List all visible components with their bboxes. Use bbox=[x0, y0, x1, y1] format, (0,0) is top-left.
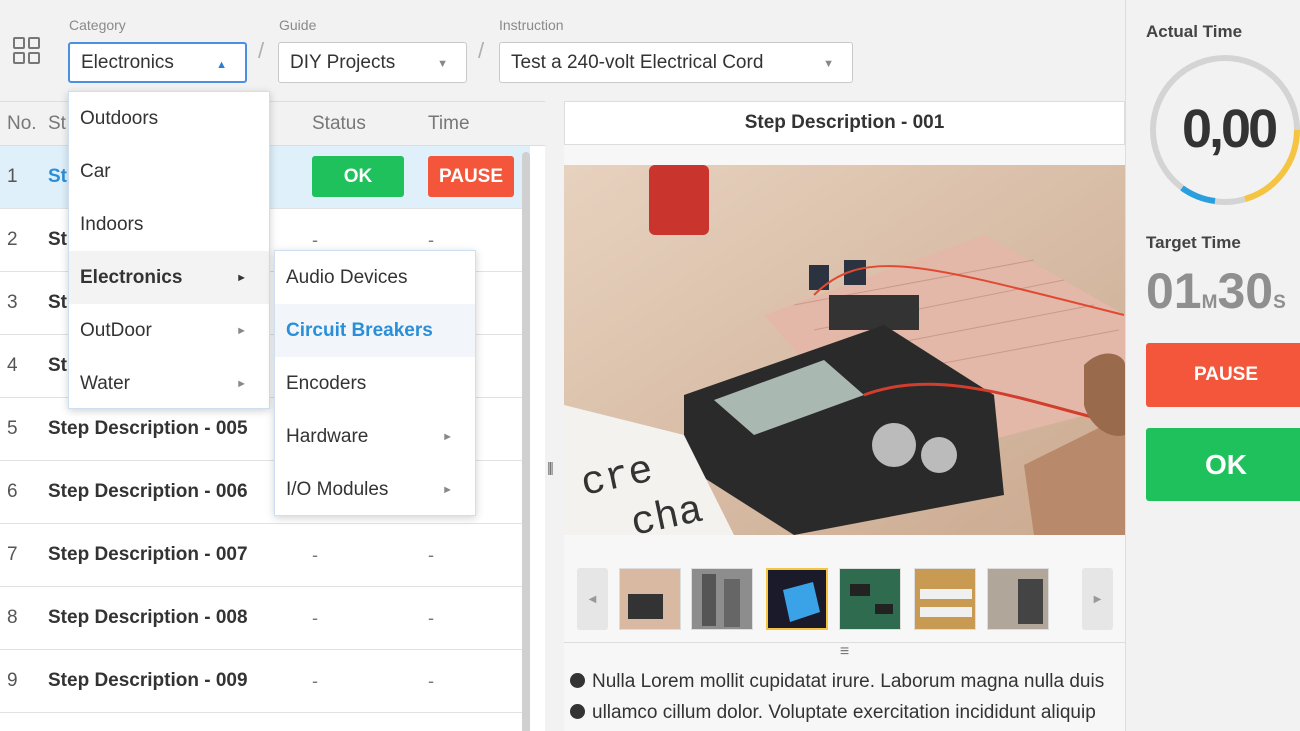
row-number: 3 bbox=[7, 292, 18, 313]
instruction-label: Instruction bbox=[499, 17, 564, 33]
timer-panel: Actual Time 0,00 Target Time 01M30S PAUS… bbox=[1125, 0, 1300, 731]
col-header-time: Time bbox=[428, 113, 470, 134]
category-value: Electronics bbox=[81, 51, 174, 73]
list-item: ullamco cillum dolor. Voluptate exercita… bbox=[570, 702, 1125, 731]
row-time: - bbox=[428, 608, 434, 628]
target-time-value: 01M30S bbox=[1146, 263, 1286, 319]
thumbnail[interactable] bbox=[766, 568, 828, 630]
thumbnail[interactable] bbox=[914, 568, 976, 630]
electronics-submenu: Audio Devices Circuit Breakers Encoders … bbox=[274, 250, 476, 516]
thumbnail-strip: ◀ ▶ bbox=[564, 556, 1125, 641]
row-time: - bbox=[428, 230, 434, 250]
guide-select[interactable]: DIY Projects ▼ bbox=[278, 42, 467, 83]
col-header-status: Status bbox=[312, 113, 366, 134]
submenu-item-encoders[interactable]: Encoders bbox=[275, 357, 475, 410]
thumbnail-next-button[interactable]: ▶ bbox=[1082, 568, 1113, 630]
menu-item-outdoor[interactable]: OutDoor ► bbox=[69, 304, 269, 357]
chevron-down-icon: ▼ bbox=[823, 58, 834, 70]
list-item: Nulla Lorem mollit cupidatat irure. Labo… bbox=[570, 671, 1125, 702]
col-header-no: No. bbox=[7, 113, 37, 134]
category-select[interactable]: Electronics ▲ bbox=[68, 42, 247, 83]
row-description: Step Description - 006 bbox=[48, 481, 248, 502]
actual-time-value: 0,00 bbox=[1182, 99, 1278, 159]
row-description: Step Description - 008 bbox=[48, 607, 248, 628]
guide-value: DIY Projects bbox=[290, 51, 396, 73]
row-pause-button[interactable]: PAUSE bbox=[428, 156, 514, 197]
panel-resize-handle[interactable]: ||| bbox=[545, 101, 564, 731]
instruction-select[interactable]: Test a 240-volt Electrical Cord ▼ bbox=[499, 42, 853, 83]
chevron-up-icon: ▲ bbox=[216, 59, 227, 71]
row-description: Step Description - 005 bbox=[48, 418, 248, 439]
menu-item-car[interactable]: Car bbox=[69, 145, 269, 198]
chevron-right-icon: ► bbox=[442, 483, 453, 496]
bullet-icon bbox=[570, 704, 585, 719]
actual-time-label: Actual Time bbox=[1146, 22, 1243, 41]
thumbnail[interactable] bbox=[839, 568, 901, 630]
breadcrumb-separator: / bbox=[258, 38, 265, 63]
row-number: 7 bbox=[7, 544, 18, 565]
table-row[interactable]: 8 Step Description - 008 - - bbox=[0, 587, 530, 650]
row-description: Step Description - 009 bbox=[48, 670, 248, 691]
step-detail-panel: Step Description - 001 cre cha ◀ ▶ ≡ Nul… bbox=[564, 101, 1125, 731]
row-description: St bbox=[48, 229, 67, 250]
row-status: - bbox=[312, 671, 318, 691]
grid-menu-icon[interactable] bbox=[13, 37, 41, 65]
guide-label: Guide bbox=[279, 17, 317, 33]
row-number: 6 bbox=[7, 481, 18, 502]
row-description: St bbox=[48, 292, 67, 313]
row-time: - bbox=[428, 545, 434, 565]
submenu-item-io-modules[interactable]: I/O Modules ► bbox=[275, 463, 475, 516]
row-ok-button[interactable]: OK bbox=[312, 156, 404, 197]
table-row[interactable]: 9 Step Description - 009 - - bbox=[0, 650, 530, 713]
submenu-item-hardware[interactable]: Hardware ► bbox=[275, 410, 475, 463]
pause-button[interactable]: PAUSE bbox=[1146, 343, 1300, 407]
drag-handle-icon[interactable]: ≡ bbox=[564, 642, 1125, 662]
drag-handle-icon: ||| bbox=[547, 459, 554, 475]
category-dropdown-menu: Outdoors Car Indoors Electronics ► OutDoo… bbox=[68, 91, 270, 409]
row-status: - bbox=[312, 608, 318, 628]
chevron-right-icon: ► bbox=[236, 377, 247, 390]
step-title: Step Description - 001 bbox=[564, 101, 1125, 145]
row-number: 9 bbox=[7, 670, 18, 691]
col-header-step: St bbox=[48, 113, 66, 134]
category-label: Category bbox=[69, 17, 126, 33]
row-description: St bbox=[48, 166, 67, 187]
instruction-value: Test a 240-volt Electrical Cord bbox=[511, 51, 764, 73]
row-number: 8 bbox=[7, 607, 18, 628]
step-image: cre cha bbox=[564, 165, 1125, 535]
thumbnail[interactable] bbox=[619, 568, 681, 630]
row-status: - bbox=[312, 545, 318, 565]
submenu-item-circuit-breakers[interactable]: Circuit Breakers bbox=[275, 304, 475, 357]
bullet-icon bbox=[570, 673, 585, 688]
menu-item-indoors[interactable]: Indoors bbox=[69, 198, 269, 251]
menu-item-electronics[interactable]: Electronics ► bbox=[69, 251, 269, 304]
step-notes: Nulla Lorem mollit cupidatat irure. Labo… bbox=[570, 671, 1125, 731]
chevron-right-icon: ► bbox=[442, 430, 453, 443]
row-description: Step Description - 007 bbox=[48, 544, 248, 565]
row-status: - bbox=[312, 230, 318, 250]
thumbnail[interactable] bbox=[987, 568, 1049, 630]
table-row[interactable]: 7 Step Description - 007 - - bbox=[0, 524, 530, 587]
row-description: St bbox=[48, 355, 67, 376]
table-scrollbar[interactable] bbox=[522, 152, 530, 731]
row-number: 4 bbox=[7, 355, 18, 376]
top-bar: Category Electronics ▲ / Guide DIY Proje… bbox=[0, 0, 1125, 101]
row-number: 2 bbox=[7, 229, 18, 250]
chevron-right-icon: ► bbox=[236, 271, 247, 284]
breadcrumb-separator: / bbox=[478, 38, 485, 63]
target-time-label: Target Time bbox=[1146, 233, 1241, 252]
row-number: 5 bbox=[7, 418, 18, 439]
row-time: - bbox=[428, 671, 434, 691]
chevron-down-icon: ▼ bbox=[437, 58, 448, 70]
menu-item-outdoors[interactable]: Outdoors bbox=[69, 92, 269, 145]
chevron-right-icon: ► bbox=[236, 324, 247, 337]
row-number: 1 bbox=[7, 166, 18, 187]
thumbnail[interactable] bbox=[691, 568, 753, 630]
ok-button[interactable]: OK bbox=[1146, 428, 1300, 501]
submenu-item-audio-devices[interactable]: Audio Devices bbox=[275, 251, 475, 304]
thumbnail-prev-button[interactable]: ◀ bbox=[577, 568, 608, 630]
menu-item-water[interactable]: Water ► bbox=[69, 357, 269, 410]
